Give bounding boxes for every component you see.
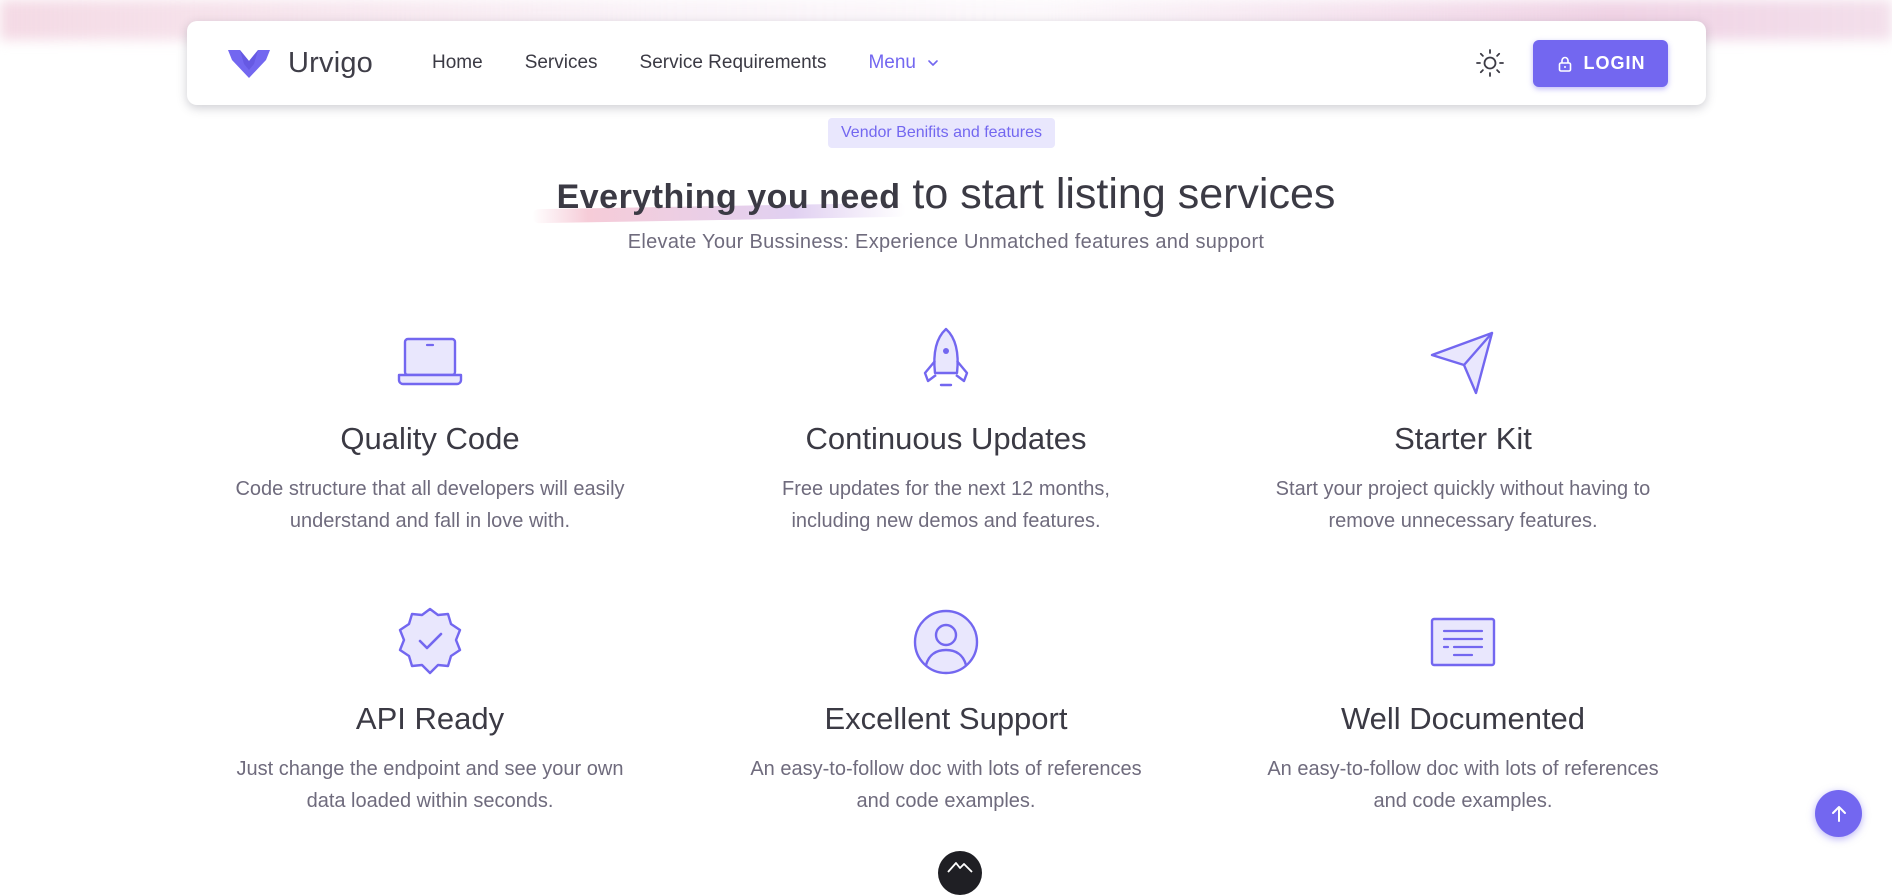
- feature-description: Code structure that all developers will …: [235, 478, 625, 532]
- features-grid: Quality Code Code structure that all dev…: [0, 0, 1892, 873]
- floating-app-button[interactable]: [938, 851, 982, 895]
- feature-card: Excellent Support An easy-to-follow doc …: [711, 605, 1181, 817]
- feature-card: API Ready Just change the endpoint and s…: [195, 605, 665, 817]
- badge-check-icon: [398, 607, 462, 675]
- feature-title: Excellent Support: [824, 701, 1068, 736]
- feature-card: Continuous Updates Free updates for the …: [711, 325, 1181, 537]
- paper-plane-icon: [1430, 331, 1494, 395]
- feature-description: An easy-to-follow doc with lots of refer…: [1267, 758, 1659, 812]
- feature-description: Start your project quickly without havin…: [1275, 478, 1651, 532]
- feature-description: Free updates for the next 12 months, inc…: [782, 478, 1110, 532]
- user-circle-icon: [913, 609, 979, 675]
- feature-description: Just change the endpoint and see your ow…: [236, 758, 624, 812]
- feature-title: Starter Kit: [1394, 421, 1532, 456]
- scroll-to-top-button[interactable]: [1815, 790, 1862, 837]
- laptop-icon: [397, 337, 463, 386]
- feature-card: Well Documented An easy-to-follow doc wi…: [1228, 605, 1698, 817]
- mountain-logo-icon: [947, 862, 973, 873]
- feature-card: Starter Kit Start your project quickly w…: [1228, 325, 1698, 537]
- feature-title: Quality Code: [340, 421, 520, 456]
- rocket-icon: [923, 327, 969, 387]
- document-icon: [1430, 617, 1496, 667]
- feature-description: An easy-to-follow doc with lots of refer…: [750, 758, 1142, 812]
- feature-title: Well Documented: [1340, 701, 1586, 736]
- feature-card: Quality Code Code structure that all dev…: [195, 325, 665, 537]
- arrow-up-icon: [1831, 805, 1846, 822]
- feature-title: API Ready: [355, 701, 505, 736]
- feature-title: Continuous Updates: [805, 421, 1087, 456]
